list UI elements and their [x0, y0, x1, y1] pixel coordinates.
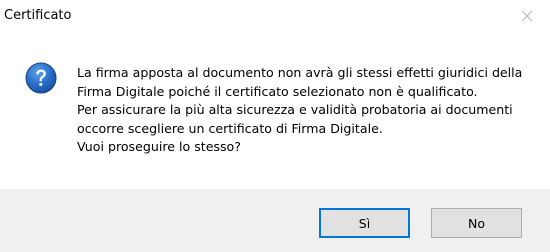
yes-button[interactable]: Sì: [319, 208, 410, 238]
title-bar: Certificato: [0, 0, 550, 33]
message-line: La firma apposta al documento non avrà g…: [77, 65, 523, 80]
message-line: Vuoi proseguire lo stesso?: [77, 139, 241, 154]
message-line: occorre scegliere un certificato di Firm…: [77, 120, 383, 136]
dialog-message: La firma apposta al documento non avrà g…: [77, 64, 537, 157]
button-bar: Sì No: [0, 189, 550, 252]
close-icon: [521, 10, 533, 22]
dialog-content: La firma apposta al documento non avrà g…: [0, 33, 550, 189]
no-button[interactable]: No: [431, 208, 522, 238]
question-icon: [25, 62, 57, 94]
window-title: Certificato: [4, 8, 72, 23]
close-button[interactable]: [504, 0, 550, 32]
message-line: Per assicurare la più alta sicurezza e v…: [77, 102, 513, 117]
message-line: Firma Digitale poiché il certificato sel…: [77, 83, 478, 99]
message-dialog: Certificato La firma apposta al document…: [0, 0, 550, 252]
